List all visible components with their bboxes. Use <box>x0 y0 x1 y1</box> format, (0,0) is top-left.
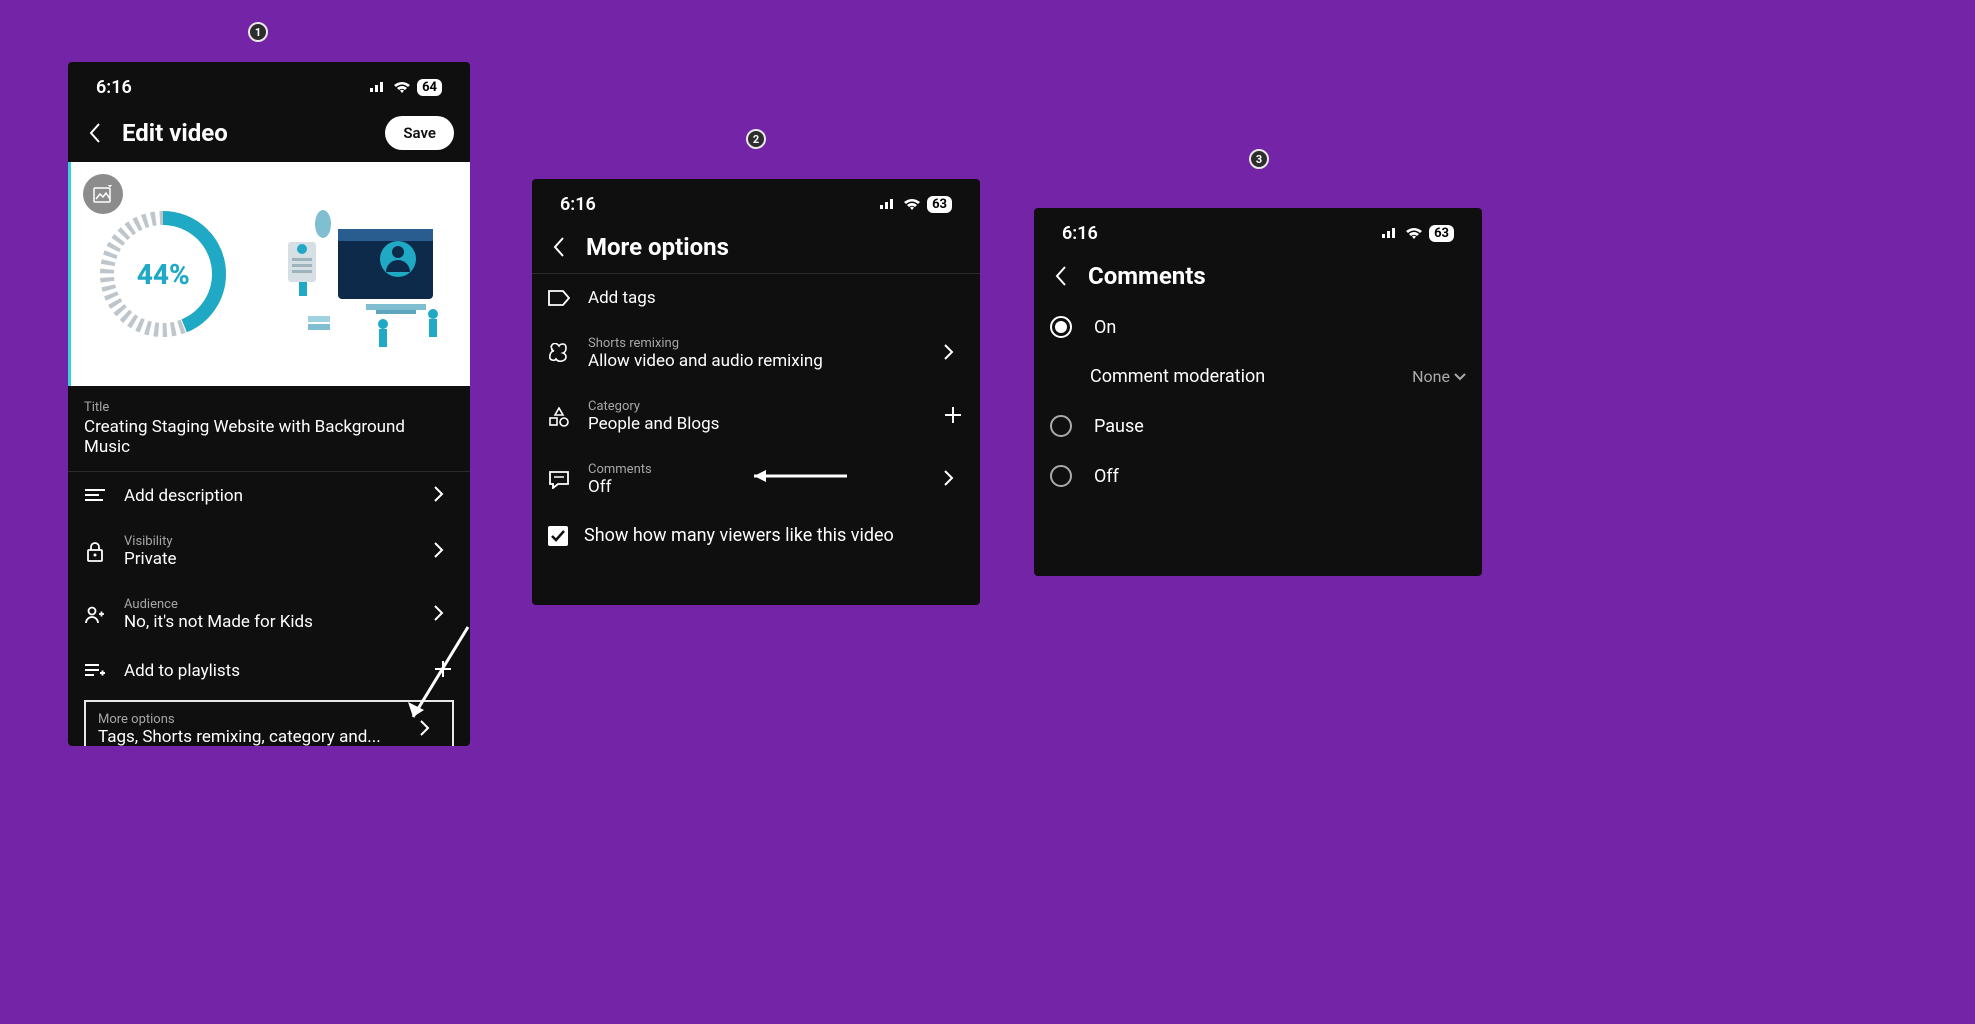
more-options-value: Tags, Shorts remixing, category and... <box>98 727 402 746</box>
chevron-right-icon <box>420 720 440 740</box>
option-off[interactable]: Off <box>1034 451 1482 501</box>
option-off-label: Off <box>1094 466 1119 487</box>
progress-percent: 44% <box>93 204 233 344</box>
playlists-label: Add to playlists <box>124 661 416 681</box>
image-plus-icon <box>93 185 113 203</box>
plus-icon <box>434 660 454 682</box>
shorts-icon <box>548 343 570 365</box>
more-options-label: More options <box>98 712 402 727</box>
chevron-right-icon <box>434 605 454 625</box>
chevron-right-icon <box>434 486 454 506</box>
row-playlists[interactable]: Add to playlists <box>68 646 470 696</box>
row-description-label: Add description <box>124 486 416 506</box>
screen-more-options: 6:16 63 More options Add tags Shorts rem… <box>532 179 980 605</box>
chevron-right-icon <box>434 542 454 562</box>
status-time: 6:16 <box>560 194 596 215</box>
chevron-down-icon <box>1454 373 1466 381</box>
radio-unselected[interactable] <box>1050 415 1072 437</box>
cellular-icon <box>879 198 897 210</box>
title-value: Creating Staging Website with Background… <box>84 417 454 457</box>
row-more-options[interactable]: More options Tags, Shorts remixing, cate… <box>84 700 454 746</box>
battery-indicator: 63 <box>1429 225 1454 242</box>
status-bar: 6:16 64 <box>68 62 470 104</box>
comment-icon <box>548 471 570 489</box>
row-comment-moderation[interactable]: Comment moderation None <box>1034 352 1482 401</box>
row-visibility[interactable]: Visibility Private <box>68 520 470 583</box>
show-likes-label: Show how many viewers like this video <box>584 525 894 546</box>
progress-donut: 44% <box>93 204 233 344</box>
radio-unselected[interactable] <box>1050 465 1072 487</box>
thumbnail-illustration <box>278 194 448 354</box>
plus-icon <box>944 406 964 428</box>
header: More options <box>532 221 980 274</box>
step-badge-1: 1 <box>248 22 268 42</box>
option-pause-label: Pause <box>1094 416 1144 437</box>
row-shorts-remixing[interactable]: Shorts remixing Allow video and audio re… <box>532 322 980 385</box>
screen-comments: 6:16 63 Comments On Comment moderation N… <box>1034 208 1482 576</box>
battery-indicator: 63 <box>927 196 952 213</box>
back-button[interactable] <box>84 122 106 144</box>
chevron-left-icon <box>553 237 565 257</box>
row-comments[interactable]: Comments Off <box>532 448 980 511</box>
title-field[interactable]: Title Creating Staging Website with Back… <box>68 386 470 472</box>
row-category[interactable]: Category People and Blogs <box>532 385 980 448</box>
status-bar: 6:16 63 <box>1034 208 1482 250</box>
audience-value: No, it's not Made for Kids <box>124 612 416 632</box>
step-badge-3: 3 <box>1249 149 1269 169</box>
option-on[interactable]: On <box>1034 302 1482 352</box>
back-button[interactable] <box>548 236 570 258</box>
comments-value: Off <box>588 477 926 497</box>
row-description[interactable]: Add description <box>68 472 470 520</box>
shorts-value: Allow video and audio remixing <box>588 351 926 371</box>
header: Edit video Save <box>68 104 470 162</box>
lock-icon <box>84 542 106 562</box>
cellular-icon <box>369 81 387 93</box>
title-label: Title <box>84 400 454 415</box>
page-title: Comments <box>1088 262 1466 290</box>
status-time: 6:16 <box>1062 223 1098 244</box>
visibility-label: Visibility <box>124 534 416 549</box>
comments-label: Comments <box>588 462 926 477</box>
option-pause[interactable]: Pause <box>1034 401 1482 451</box>
step-badge-2: 2 <box>746 129 766 149</box>
wifi-icon <box>1405 227 1423 240</box>
status-bar: 6:16 63 <box>532 179 980 221</box>
radio-selected[interactable] <box>1050 316 1072 338</box>
page-title: More options <box>586 233 964 261</box>
header: Comments <box>1034 250 1482 302</box>
tag-icon <box>548 290 570 306</box>
moderation-label: Comment moderation <box>1090 366 1265 387</box>
chevron-right-icon <box>944 470 964 490</box>
battery-indicator: 64 <box>417 79 442 96</box>
row-tags[interactable]: Add tags <box>532 274 980 322</box>
row-audience[interactable]: Audience No, it's not Made for Kids <box>68 583 470 646</box>
category-value: People and Blogs <box>588 414 926 434</box>
category-label: Category <box>588 399 926 414</box>
wifi-icon <box>903 198 921 211</box>
chevron-right-icon <box>944 344 964 364</box>
save-button[interactable]: Save <box>385 116 454 150</box>
tags-label: Add tags <box>588 288 964 308</box>
option-on-label: On <box>1094 317 1116 338</box>
shorts-label: Shorts remixing <box>588 336 926 351</box>
wifi-icon <box>393 81 411 94</box>
back-button[interactable] <box>1050 265 1072 287</box>
audience-label: Audience <box>124 597 416 612</box>
shapes-icon <box>548 407 570 427</box>
chevron-left-icon <box>1055 266 1067 286</box>
visibility-value: Private <box>124 549 416 569</box>
video-thumbnail[interactable]: 44% <box>68 162 470 386</box>
cellular-icon <box>1381 227 1399 239</box>
description-icon <box>84 489 106 503</box>
checkbox-checked[interactable] <box>548 526 568 546</box>
screen-edit-video: 6:16 64 Edit video Save 44% <box>68 62 470 746</box>
playlist-add-icon <box>84 663 106 679</box>
chevron-left-icon <box>89 123 101 143</box>
page-title: Edit video <box>122 119 369 147</box>
status-time: 6:16 <box>96 77 132 98</box>
audience-icon <box>84 606 106 624</box>
row-show-likes[interactable]: Show how many viewers like this video <box>532 511 980 560</box>
moderation-value: None <box>1412 367 1450 386</box>
